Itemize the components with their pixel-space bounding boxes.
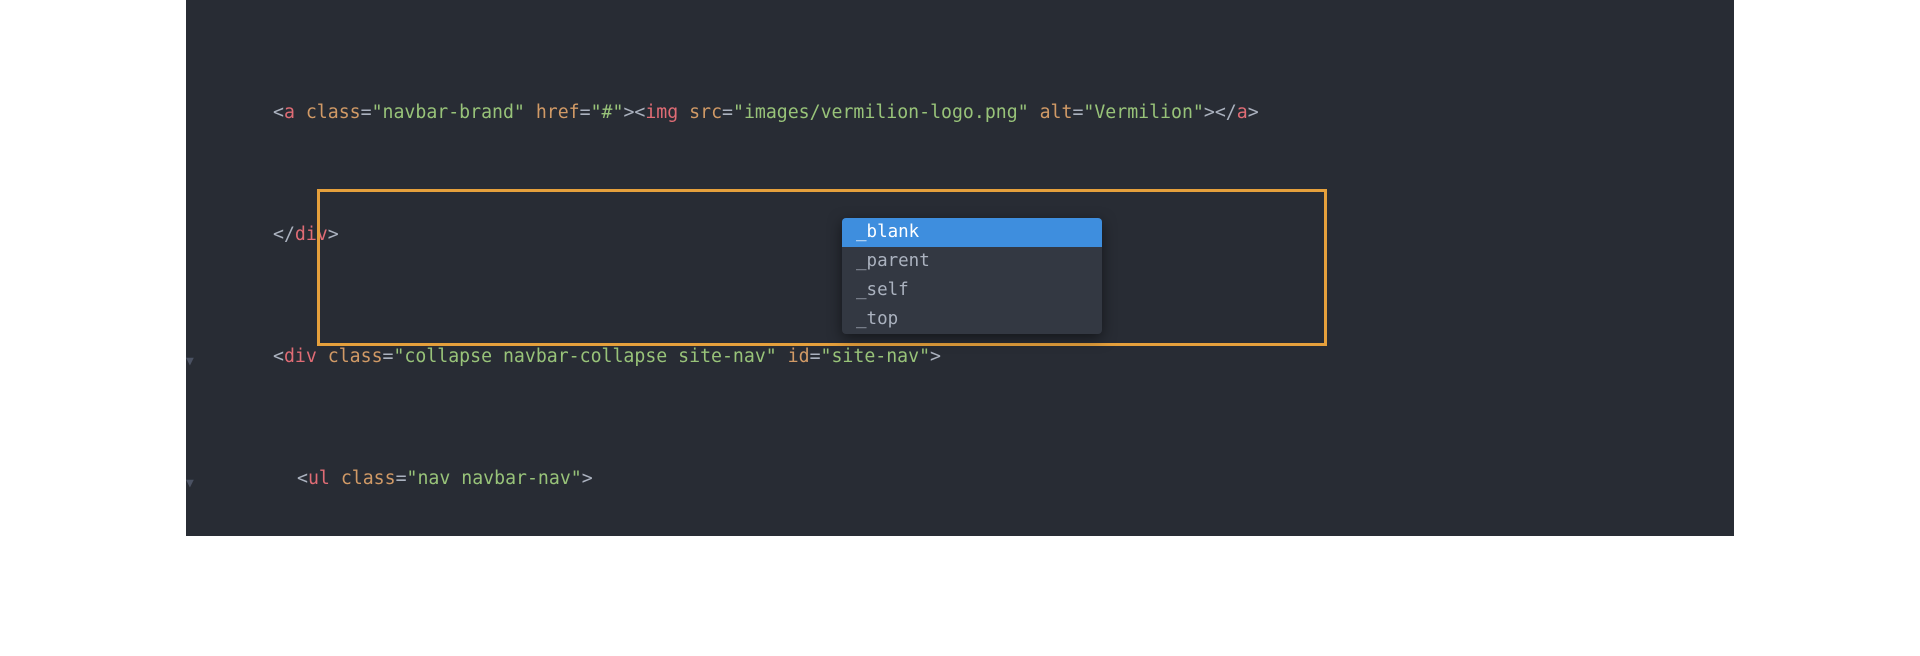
code-line[interactable]: ▼<div class="collapse navbar-collapse si… <box>186 345 1734 369</box>
attr-name: class <box>306 102 361 123</box>
tag-name: div <box>295 224 328 245</box>
attr-name: class <box>328 346 383 367</box>
attr-value: site-nav <box>831 346 919 367</box>
punct: < <box>273 102 284 123</box>
fold-icon[interactable]: ▼ <box>186 472 194 496</box>
attr-value: Vermilion <box>1094 102 1193 123</box>
autocomplete-item-parent[interactable]: _parent <box>842 247 1102 276</box>
fold-icon[interactable]: ▼ <box>186 350 194 374</box>
attr-value: navbar-brand <box>383 102 514 123</box>
code-line[interactable]: <a class="navbar-brand" href="#"><img sr… <box>186 101 1734 125</box>
tag-name: ul <box>308 468 330 489</box>
attr-value: # <box>602 102 613 123</box>
attr-name: src <box>689 102 722 123</box>
attr-value: images/vermilion-logo.png <box>744 102 1018 123</box>
tag-name: div <box>284 346 317 367</box>
autocomplete-popup[interactable]: _blank _parent _self _top <box>842 218 1102 334</box>
attr-value: collapse navbar-collapse site-nav <box>404 346 765 367</box>
attr-name: class <box>341 468 396 489</box>
autocomplete-item-top[interactable]: _top <box>842 305 1102 334</box>
attr-value: nav navbar-nav <box>417 468 570 489</box>
attr-name: id <box>788 346 810 367</box>
editor-viewport[interactable]: <a class="navbar-brand" href="#"><img sr… <box>186 0 1734 536</box>
attr-name: href <box>536 102 580 123</box>
autocomplete-item-blank[interactable]: _blank <box>842 218 1102 247</box>
code-line[interactable]: ▼<ul class="nav navbar-nav"> <box>186 467 1734 491</box>
autocomplete-item-self[interactable]: _self <box>842 276 1102 305</box>
tag-name: a <box>284 102 295 123</box>
attr-name: alt <box>1040 102 1073 123</box>
tag-name: img <box>645 102 678 123</box>
